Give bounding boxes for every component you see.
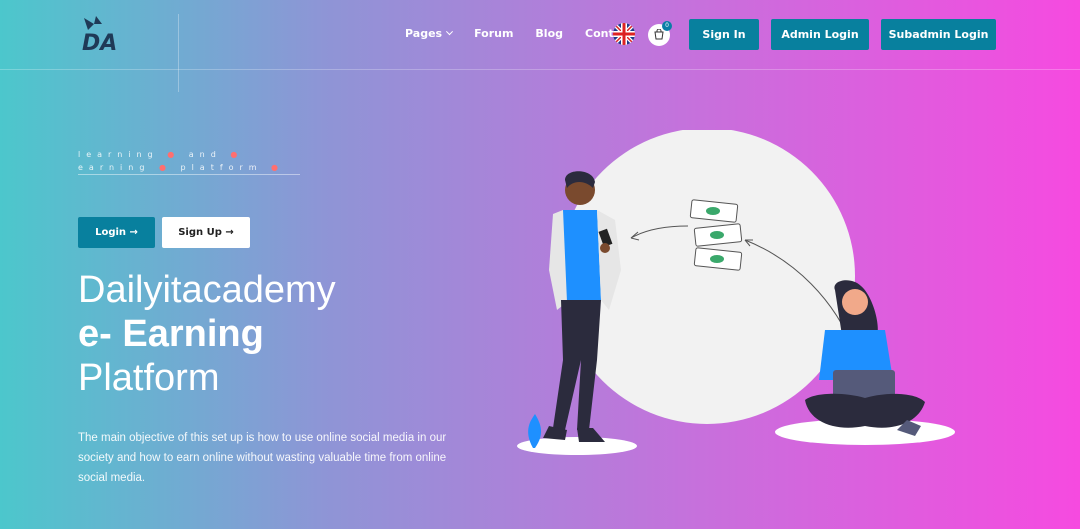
hero-title-line2: e- Earning [78,313,264,355]
admin-login-button[interactable]: Admin Login [771,19,869,50]
tagline-learning: learning [78,150,159,159]
hero-signup-button[interactable]: Sign Up → [162,217,250,248]
nav-forum[interactable]: Forum [474,27,513,40]
header-divider [178,14,179,92]
tagline-underline [78,174,300,175]
site-logo[interactable]: DA [80,14,122,56]
nav-blog[interactable]: Blog [535,27,563,40]
subadmin-login-button[interactable]: Subadmin Login [881,19,996,50]
tagline-and: and [188,150,222,159]
site-header: DA Pages Forum Blog Contact 0 Sign In Ad… [0,0,1080,92]
logo-text: DA [82,31,117,56]
hero-illustration [505,128,975,470]
hero-title-line1: Dailyitacademy [78,269,336,311]
money-bills-icon [689,199,743,271]
nav-pages[interactable]: Pages [405,27,454,40]
tagline-platform: platform [180,163,263,172]
hero-login-button[interactable]: Login → [78,217,155,248]
sign-in-button[interactable]: Sign In [689,19,759,50]
chevron-down-icon [446,28,454,36]
hero-title: Dailyitacademy e- Earning Platform [78,268,336,400]
main-nav: Pages Forum Blog Contact [405,27,633,40]
nav-pages-label: Pages [405,27,443,40]
uk-flag-icon[interactable] [613,23,635,45]
tagline-earning: earning [78,163,151,172]
cart-count-badge: 0 [662,21,672,31]
hero-title-line3: Platform [78,357,220,399]
hero-tagline: learning ● and ● earning ● platform ● [78,150,285,172]
hero-description: The main objective of this set up is how… [78,432,447,484]
